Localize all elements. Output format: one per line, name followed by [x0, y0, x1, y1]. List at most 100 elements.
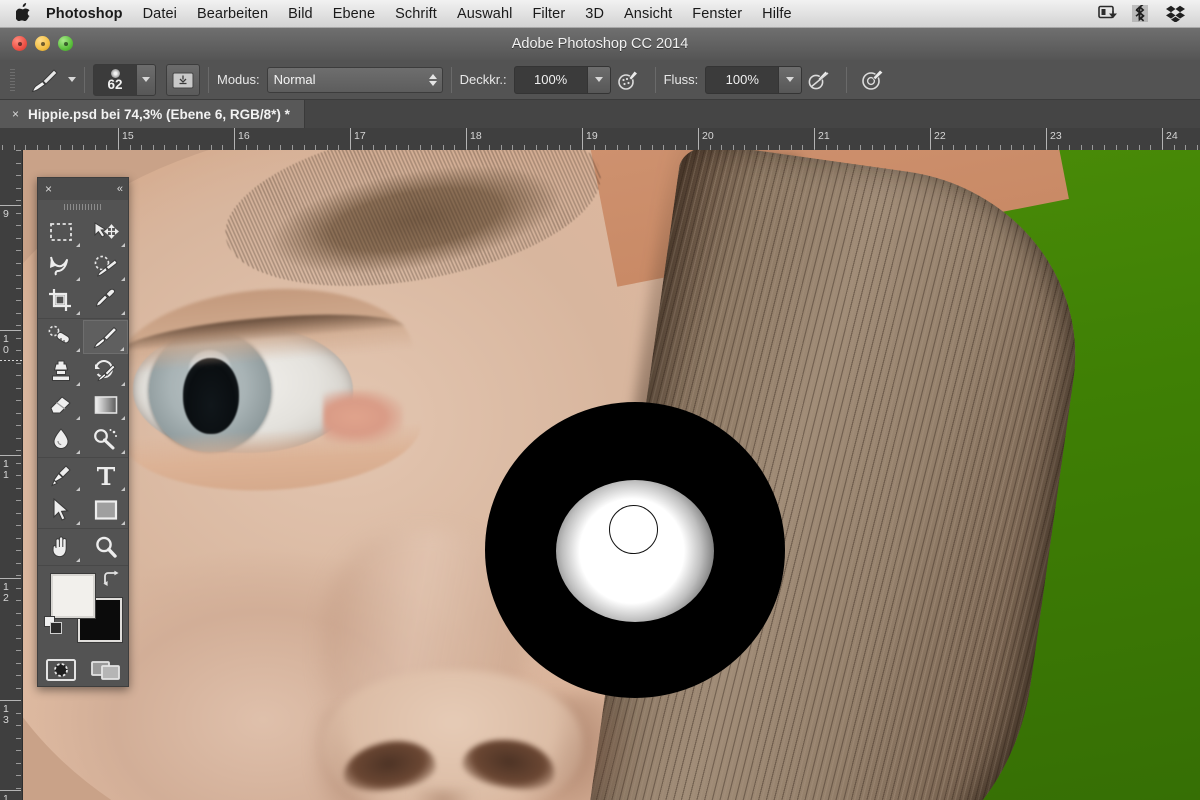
- toggle-brush-panel-button[interactable]: [166, 63, 200, 96]
- dodge-tool[interactable]: [83, 422, 128, 456]
- brush-preset-chevron-down-icon[interactable]: [68, 77, 76, 82]
- pressure-size-icon[interactable]: [860, 67, 886, 93]
- pen-tool[interactable]: [38, 459, 83, 493]
- flow-chevron-down-icon[interactable]: [779, 65, 803, 94]
- quick-mask-mode-icon[interactable]: [38, 659, 83, 681]
- zoom-tool[interactable]: [83, 530, 128, 564]
- eraser-tool[interactable]: [38, 388, 83, 422]
- menu-item-3d[interactable]: 3D: [575, 6, 614, 22]
- document-tab[interactable]: × Hippie.psd bei 74,3% (Ebene 6, RGB/8*)…: [0, 100, 305, 128]
- options-bar-grip[interactable]: [8, 66, 17, 93]
- ruler-tick: [16, 163, 21, 164]
- ruler-tick: [16, 238, 21, 239]
- bluetooth-icon[interactable]: [1132, 0, 1152, 23]
- tools-panel-header[interactable]: × «: [38, 178, 128, 200]
- brush-size-value: 62: [107, 76, 123, 92]
- blend-mode-stepper-icon[interactable]: [428, 73, 437, 86]
- document-tab-strip: × Hippie.psd bei 74,3% (Ebene 6, RGB/8*)…: [0, 100, 1200, 128]
- horizontal-ruler[interactable]: 15 16 17 18 19 20 21 22 23 24: [0, 128, 1200, 151]
- gradient-tool[interactable]: [83, 388, 128, 422]
- swap-colors-icon[interactable]: [102, 570, 120, 591]
- tools-panel-grip[interactable]: [38, 200, 128, 214]
- ruler-tick: [16, 688, 21, 689]
- ruler-guide-marker: [0, 360, 22, 361]
- rectangle-shape-tool[interactable]: [83, 493, 128, 527]
- brush-cursor-circle: [609, 505, 658, 554]
- opacity-control[interactable]: 100%: [513, 65, 611, 94]
- airbrush-icon[interactable]: [807, 67, 833, 93]
- close-icon[interactable]: ×: [12, 108, 19, 120]
- brush-size-preview[interactable]: 62: [94, 64, 136, 95]
- rectangular-marquee-tool[interactable]: [38, 215, 83, 249]
- collapse-panel-icon[interactable]: «: [117, 183, 123, 195]
- ruler-tick: [16, 300, 21, 301]
- opacity-label: Deckkr.:: [459, 72, 507, 87]
- tool-row: [38, 283, 128, 317]
- menu-item-bild[interactable]: Bild: [278, 6, 323, 22]
- menu-item-schrift[interactable]: Schrift: [385, 6, 447, 22]
- default-colors-icon[interactable]: [44, 616, 63, 640]
- tear-duct-region: [323, 390, 403, 444]
- eyedropper-tool[interactable]: [83, 283, 128, 317]
- mode-buttons-row: [38, 650, 128, 690]
- ruler-label: 19: [586, 130, 598, 142]
- pressure-opacity-icon[interactable]: [616, 67, 642, 93]
- tools-panel[interactable]: × «: [37, 177, 129, 687]
- menu-item-fenster[interactable]: Fenster: [682, 6, 752, 22]
- image-canvas[interactable]: [23, 150, 1200, 800]
- ruler-label: 14: [3, 793, 9, 800]
- dropbox-icon[interactable]: [1166, 5, 1186, 23]
- ruler-major-tick: [466, 128, 467, 149]
- menu-item-photoshop[interactable]: Photoshop: [36, 6, 133, 22]
- spot-healing-brush-tool[interactable]: [38, 320, 83, 354]
- ruler-label: 23: [1050, 130, 1062, 142]
- flow-value: 100%: [725, 72, 759, 87]
- flow-control[interactable]: 100%: [705, 65, 803, 94]
- ruler-label: 16: [238, 130, 250, 142]
- horizontal-type-tool[interactable]: [83, 459, 128, 493]
- ruler-tick: [16, 513, 21, 514]
- crop-tool[interactable]: [38, 283, 83, 317]
- brush-size-control[interactable]: 62: [93, 63, 156, 96]
- menu-item-filter[interactable]: Filter: [522, 6, 575, 22]
- lasso-tool[interactable]: [38, 249, 83, 283]
- move-tool[interactable]: [83, 215, 128, 249]
- ruler-tick: [16, 750, 21, 751]
- ruler-tick: [16, 425, 21, 426]
- ruler-tick: [16, 325, 21, 326]
- screen-capture-icon[interactable]: [1098, 5, 1118, 23]
- ruler-major-tick: [0, 205, 21, 206]
- screen-mode-icon[interactable]: [83, 659, 128, 681]
- menu-item-bearbeiten[interactable]: Bearbeiten: [187, 6, 278, 22]
- flow-input[interactable]: 100%: [705, 65, 780, 94]
- path-selection-tool[interactable]: [38, 493, 83, 527]
- menu-item-hilfe[interactable]: Hilfe: [752, 6, 802, 22]
- menu-item-auswahl[interactable]: Auswahl: [447, 6, 523, 22]
- ruler-tick: [16, 413, 21, 414]
- history-brush-tool[interactable]: [83, 354, 128, 388]
- ruler-tick: [16, 738, 21, 739]
- brush-size-chevron-down-icon[interactable]: [136, 64, 155, 95]
- blend-mode-select[interactable]: Normal: [266, 66, 443, 93]
- color-swatches: [38, 566, 128, 650]
- apple-logo-icon[interactable]: [10, 3, 36, 24]
- tool-group-selection: [38, 214, 128, 319]
- tool-group-vector-type: [38, 458, 128, 529]
- clone-stamp-tool[interactable]: [38, 354, 83, 388]
- menu-item-ebene[interactable]: Ebene: [323, 6, 385, 22]
- foreground-color-swatch[interactable]: [51, 574, 95, 618]
- opacity-chevron-down-icon[interactable]: [587, 65, 611, 94]
- blur-tool[interactable]: [38, 422, 83, 456]
- menu-item-datei[interactable]: Datei: [133, 6, 187, 22]
- vertical-ruler[interactable]: 9 10 11 12 13 14: [0, 150, 23, 800]
- flow-label: Fluss:: [663, 72, 699, 87]
- ruler-major-tick: [0, 455, 21, 456]
- brush-tool[interactable]: [83, 320, 128, 354]
- close-icon[interactable]: ×: [45, 183, 52, 195]
- tool-row: [38, 530, 128, 564]
- opacity-input[interactable]: 100%: [513, 65, 588, 94]
- hand-tool[interactable]: [38, 530, 83, 564]
- paintbrush-icon[interactable]: [25, 65, 65, 95]
- menu-item-ansicht[interactable]: Ansicht: [614, 6, 682, 22]
- quick-selection-tool[interactable]: [83, 249, 128, 283]
